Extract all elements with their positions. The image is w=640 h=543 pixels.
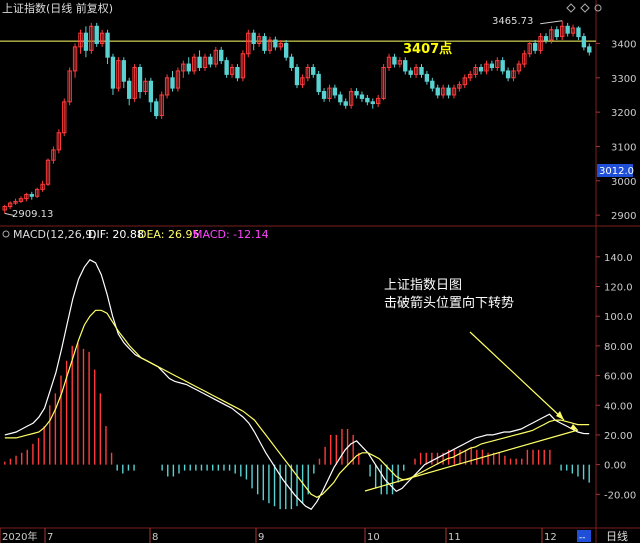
candle-down <box>121 60 126 82</box>
candle-down <box>186 63 191 72</box>
macd-label: MACD(12,26,9) <box>13 228 97 241</box>
macd-tick-label: 100.0 <box>604 312 633 323</box>
macd-value-label: MACD: -12.14 <box>193 228 269 241</box>
candle-down <box>565 25 570 34</box>
macd-tick-label: 60.00 <box>604 372 633 383</box>
candle-down <box>316 73 321 93</box>
low-price-label: 2909.13 <box>12 209 53 220</box>
candle-down <box>273 39 278 48</box>
candle-down <box>532 42 538 51</box>
date-label: 8 <box>152 532 158 543</box>
candle-down <box>587 46 592 53</box>
candle-down <box>576 27 581 38</box>
macd-tick-label: -20.00 <box>604 490 636 501</box>
candle-down <box>94 25 99 44</box>
candle-down <box>403 60 408 72</box>
price-tick-label: 3100 <box>611 142 636 153</box>
candle-down <box>127 80 132 99</box>
macd-tick-label: 80.00 <box>604 342 633 353</box>
macd-tick-label: 40.00 <box>604 401 633 412</box>
candle-down <box>262 36 267 51</box>
candle-down <box>338 94 343 103</box>
candle-down <box>430 80 435 89</box>
candle-down <box>478 67 484 72</box>
candle-down <box>29 194 34 197</box>
price-tick-label: 2900 <box>611 211 636 222</box>
date-label: 10 <box>367 532 380 543</box>
candle-down <box>500 60 505 72</box>
price-tick-label: 3300 <box>611 74 636 85</box>
candle-down <box>224 60 229 75</box>
macd-tick-label: 20.00 <box>604 431 633 442</box>
end-marker: -- <box>579 533 586 543</box>
date-label: 7 <box>47 532 53 543</box>
chart-title: 上证指数(日线 前复权) <box>2 1 113 15</box>
candle-down <box>354 91 359 96</box>
candle-down <box>365 97 370 103</box>
period-tab[interactable]: 日线 <box>606 529 628 543</box>
price-tick-label: 3000 <box>611 177 636 188</box>
candle-down <box>105 32 110 58</box>
date-label: 9 <box>258 532 264 543</box>
candle-down <box>392 56 397 65</box>
candle-down <box>554 29 559 38</box>
candle-down <box>489 63 495 68</box>
candle-down <box>148 80 154 103</box>
candle-down <box>289 56 294 69</box>
date-label: 12 <box>544 532 557 543</box>
candle-down <box>408 70 413 75</box>
candle-down <box>446 87 451 96</box>
candle-down <box>435 87 440 96</box>
chart-canvas: 340033003200310030002900 140.0120.0100.0… <box>0 0 640 543</box>
candle-down <box>543 36 549 41</box>
candle-down <box>321 91 327 99</box>
candle-down <box>208 56 213 65</box>
annotation-line-1: 上证指数日图 <box>384 278 462 293</box>
macd-tick-label: 0.00 <box>604 461 626 472</box>
price-tick-label: 3200 <box>611 108 636 119</box>
candle-down <box>332 87 338 96</box>
date-label: 2020年 <box>2 530 37 543</box>
annotation-line-2: 击破箭头位置向下转势 <box>384 295 514 311</box>
candle-down <box>154 101 159 117</box>
dea-label: DEA: 26.95 <box>138 228 199 241</box>
candle-down <box>170 77 175 89</box>
high-price-label: 3465.73 <box>492 16 533 27</box>
candle-down <box>370 101 375 105</box>
candle-down <box>343 101 348 106</box>
candle-down <box>137 67 143 93</box>
candle-down <box>283 42 289 58</box>
candle-down <box>311 67 316 75</box>
candle-down <box>219 49 224 62</box>
candle-down <box>294 67 300 86</box>
candle-down <box>581 36 587 48</box>
date-label: 11 <box>448 532 461 543</box>
macd-tick-label: 140.0 <box>604 253 633 264</box>
candle-down <box>197 56 202 69</box>
macd-tick-label: 120.0 <box>604 283 633 294</box>
level-price-label: 3407点 <box>403 41 452 57</box>
dif-label: DIF: 20.88 <box>88 228 144 241</box>
current-price-tag-text: 3012.0 <box>599 166 634 177</box>
candle-down <box>83 32 89 51</box>
price-tick-label: 3400 <box>611 39 636 50</box>
candle-down <box>359 94 365 99</box>
candle-down <box>505 70 511 79</box>
candle-down <box>251 32 256 44</box>
candle-down <box>235 67 240 79</box>
candle-down <box>424 73 430 82</box>
candle-down <box>419 67 424 75</box>
candle-down <box>110 56 116 89</box>
